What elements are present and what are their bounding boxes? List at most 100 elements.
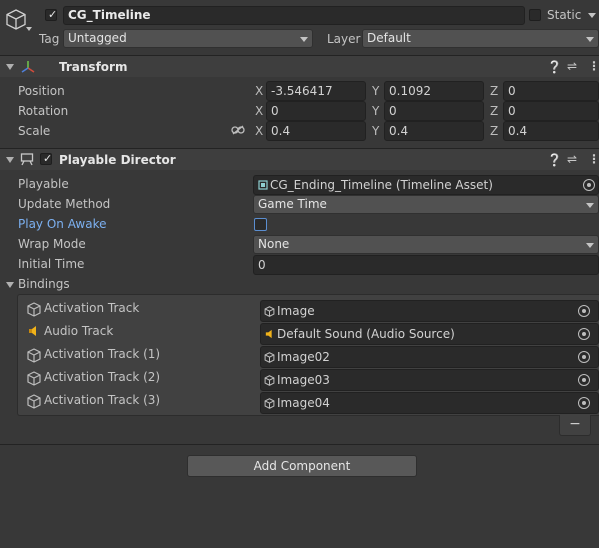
binding-value: Image04 xyxy=(277,396,330,410)
binding-object-field[interactable]: Image xyxy=(260,300,599,322)
update-method-value: Game Time xyxy=(258,197,327,211)
tag-label: Tag xyxy=(39,32,60,46)
cube-icon xyxy=(27,394,41,409)
cube-icon xyxy=(264,398,275,409)
play-on-awake-checkbox[interactable] xyxy=(254,218,267,231)
cube-icon xyxy=(27,371,41,386)
binding-value: Image xyxy=(277,304,315,318)
icon-dropdown-icon[interactable] xyxy=(26,27,32,31)
binding-object-field[interactable]: Image03 xyxy=(260,369,599,391)
bindings-label: Bindings xyxy=(18,277,70,291)
checkmark-icon: ✓ xyxy=(48,8,58,21)
object-picker-icon[interactable] xyxy=(578,397,590,409)
binding-track-label: Activation Track (1) xyxy=(44,347,161,361)
position-x-axis-label[interactable]: X xyxy=(255,84,263,98)
cube-icon xyxy=(27,348,41,363)
position-z-axis-label[interactable]: Z xyxy=(490,84,498,98)
binding-object-field[interactable]: Image02 xyxy=(260,346,599,368)
cube-icon xyxy=(264,306,275,317)
tag-value: Untagged xyxy=(68,31,127,45)
wrap-mode-value: None xyxy=(258,237,290,251)
add-component-button[interactable]: Add Component xyxy=(187,455,417,477)
chevron-down-icon xyxy=(300,37,308,42)
position-label: Position xyxy=(18,84,65,98)
bindings-foldout-icon[interactable] xyxy=(6,282,14,288)
rotation-label: Rotation xyxy=(18,104,69,118)
object-picker-icon[interactable] xyxy=(583,179,595,191)
speaker-icon xyxy=(265,329,272,339)
tag-dropdown[interactable]: Untagged xyxy=(63,29,313,48)
object-picker-icon[interactable] xyxy=(578,351,590,363)
position-y-input[interactable]: 0.1092 xyxy=(384,81,484,101)
layer-dropdown[interactable]: Default xyxy=(362,29,599,48)
scale-x-input[interactable]: 0.4 xyxy=(266,121,366,141)
playable-object-field[interactable]: CG_Ending_Timeline (Timeline Asset) xyxy=(253,175,599,195)
transform-title: Transform xyxy=(59,60,128,74)
rotation-x-axis-label[interactable]: X xyxy=(255,104,263,118)
rotation-z-axis-label[interactable]: Z xyxy=(490,104,498,118)
presets-icon[interactable]: ⇌ xyxy=(567,60,577,72)
initial-time-label: Initial Time xyxy=(18,257,85,271)
more-options-icon[interactable]: ⋮ xyxy=(588,153,599,165)
transform-axes-icon xyxy=(21,61,35,73)
object-picker-icon[interactable] xyxy=(578,328,590,340)
binding-track-label: Activation Track (3) xyxy=(44,393,161,407)
chevron-down-icon xyxy=(586,37,594,42)
binding-track-label: Activation Track xyxy=(44,301,140,315)
cube-icon xyxy=(264,375,275,386)
rotation-x-input[interactable]: 0 xyxy=(266,101,366,121)
chevron-down-icon xyxy=(586,243,594,248)
foldout-arrow-icon[interactable] xyxy=(6,157,14,163)
rotation-z-input[interactable]: 0 xyxy=(503,101,599,121)
binding-value: Default Sound (Audio Source) xyxy=(277,327,455,341)
scale-label: Scale xyxy=(18,124,51,138)
presets-icon[interactable]: ⇌ xyxy=(567,153,577,165)
playable-director-enabled-toggle[interactable]: ✓ xyxy=(40,153,52,165)
scale-z-axis-label[interactable]: Z xyxy=(490,124,498,138)
scale-z-input[interactable]: 0.4 xyxy=(503,121,599,141)
scale-x-axis-label[interactable]: X xyxy=(255,124,263,138)
position-y-axis-label[interactable]: Y xyxy=(372,84,379,98)
help-icon[interactable]: ❔ xyxy=(547,154,562,166)
timeline-asset-icon xyxy=(258,180,268,190)
active-toggle[interactable]: ✓ xyxy=(45,9,57,21)
playable-label: Playable xyxy=(18,177,69,191)
rotation-y-input[interactable]: 0 xyxy=(384,101,484,121)
foldout-arrow-icon[interactable] xyxy=(6,64,14,70)
object-picker-icon[interactable] xyxy=(578,305,590,317)
remove-binding-button[interactable]: − xyxy=(559,415,591,436)
initial-time-input[interactable]: 0 xyxy=(253,255,599,275)
wrap-mode-dropdown[interactable]: None xyxy=(253,235,599,254)
layer-label: Layer xyxy=(327,32,361,46)
playable-director-header[interactable]: ✓ Playable Director ❔ ⇌ ⋮ xyxy=(0,149,599,170)
cube-icon xyxy=(27,302,41,317)
binding-value: Image03 xyxy=(277,373,330,387)
gameobject-name-input[interactable]: CG_Timeline xyxy=(63,6,525,25)
static-toggle[interactable] xyxy=(529,9,541,21)
rotation-y-axis-label[interactable]: Y xyxy=(372,104,379,118)
constrain-proportions-icon[interactable] xyxy=(231,125,245,135)
object-picker-icon[interactable] xyxy=(578,374,590,386)
binding-value: Image02 xyxy=(277,350,330,364)
position-x-input[interactable]: -3.546417 xyxy=(266,81,366,101)
playable-value: CG_Ending_Timeline (Timeline Asset) xyxy=(270,178,493,192)
binding-track-label: Audio Track xyxy=(44,324,114,338)
more-options-icon[interactable]: ⋮ xyxy=(588,60,599,72)
binding-object-field[interactable]: Default Sound (Audio Source) xyxy=(260,323,599,345)
scale-y-axis-label[interactable]: Y xyxy=(372,124,379,138)
transform-header[interactable]: Transform ❔ ⇌ ⋮ xyxy=(0,56,599,77)
binding-object-field[interactable]: Image04 xyxy=(260,392,599,414)
layer-value: Default xyxy=(367,31,411,45)
binding-track-label: Activation Track (2) xyxy=(44,370,161,384)
help-icon[interactable]: ❔ xyxy=(547,61,562,73)
static-label: Static xyxy=(547,8,582,22)
update-method-label: Update Method xyxy=(18,197,111,211)
speaker-icon xyxy=(29,326,36,336)
static-dropdown-icon[interactable] xyxy=(588,13,596,18)
update-method-dropdown[interactable]: Game Time xyxy=(253,195,599,214)
wrap-mode-label: Wrap Mode xyxy=(18,237,86,251)
divider xyxy=(0,444,599,445)
position-z-input[interactable]: 0 xyxy=(503,81,599,101)
scale-y-input[interactable]: 0.4 xyxy=(384,121,484,141)
gameobject-cube-icon xyxy=(6,9,26,30)
